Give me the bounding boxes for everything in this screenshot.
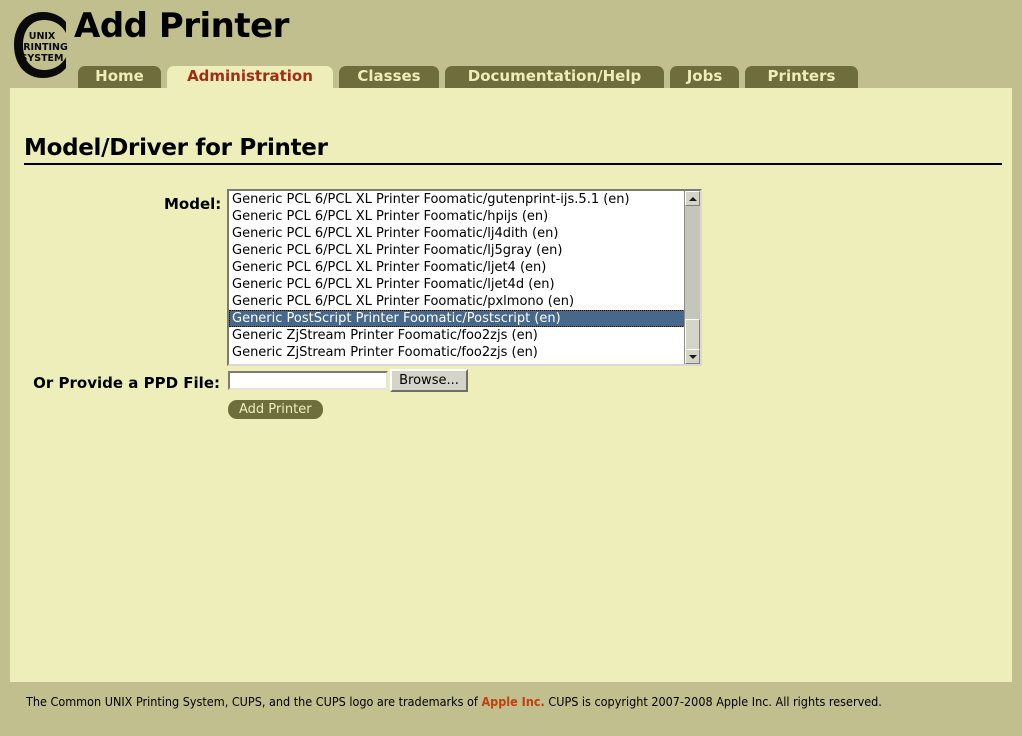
ppd-file-label: Or Provide a PPD File: bbox=[24, 374, 220, 392]
tab-administration[interactable]: Administration bbox=[167, 66, 333, 88]
tab-printers[interactable]: Printers bbox=[745, 66, 858, 88]
model-option-list[interactable]: Generic PCL 6/PCL XL Printer Foomatic/gu… bbox=[229, 191, 685, 364]
page-footer: The Common UNIX Printing System, CUPS, a… bbox=[0, 682, 1022, 736]
tab-jobs[interactable]: Jobs bbox=[670, 66, 739, 88]
browse-button[interactable]: Browse... bbox=[390, 369, 468, 392]
tab-documentation-help[interactable]: Documentation/Help bbox=[445, 66, 664, 88]
svg-text:SYSTEM: SYSTEM bbox=[21, 53, 64, 64]
tab-classes[interactable]: Classes bbox=[339, 66, 439, 88]
footer-text-before: The Common UNIX Printing System, CUPS, a… bbox=[26, 694, 481, 709]
page-header: UNIX PRINTING SYSTEM Add Printer Home Ad… bbox=[0, 0, 1022, 88]
apple-inc-link[interactable]: Apple Inc. bbox=[481, 694, 544, 709]
chevron-up-icon bbox=[689, 197, 697, 201]
model-option[interactable]: Generic PCL 6/PCL XL Printer Foomatic/lj… bbox=[229, 259, 685, 276]
title-divider bbox=[24, 163, 1002, 165]
page-content: Model/Driver for Printer Model: Generic … bbox=[10, 88, 1012, 682]
chevron-down-icon bbox=[689, 355, 697, 359]
add-printer-button[interactable]: Add Printer bbox=[228, 400, 323, 419]
model-option[interactable]: Generic PCL 6/PCL XL Printer Foomatic/lj… bbox=[229, 276, 685, 293]
svg-text:PRINTING: PRINTING bbox=[16, 42, 68, 53]
scroll-down-arrow-button[interactable] bbox=[685, 349, 700, 364]
model-option[interactable]: Generic PCL 6/PCL XL Printer Foomatic/lj… bbox=[229, 225, 685, 242]
model-option[interactable]: Generic PCL 6/PCL XL Printer Foomatic/gu… bbox=[229, 191, 685, 208]
model-option[interactable]: Generic ZjStream Printer Foomatic/foo2zj… bbox=[229, 327, 685, 344]
tab-home[interactable]: Home bbox=[78, 66, 161, 88]
app-title: Add Printer bbox=[74, 6, 289, 46]
model-listbox[interactable]: Generic PCL 6/PCL XL Printer Foomatic/gu… bbox=[227, 189, 702, 366]
model-option[interactable]: Generic PCL 6/PCL XL Printer Foomatic/px… bbox=[229, 293, 685, 310]
model-option[interactable]: Generic PostScript Printer Foomatic/Post… bbox=[229, 310, 685, 327]
ppd-file-input[interactable] bbox=[228, 371, 388, 390]
scrollbar-thumb[interactable] bbox=[685, 319, 700, 350]
scroll-up-arrow-button[interactable] bbox=[685, 191, 700, 206]
footer-trademark-text: The Common UNIX Printing System, CUPS, a… bbox=[26, 692, 976, 711]
main-navigation-tabs: Home Administration Classes Documentatio… bbox=[0, 66, 1022, 88]
model-option[interactable]: Generic PCL 6/PCL XL Printer Foomatic/lj… bbox=[229, 242, 685, 259]
model-list-scrollbar[interactable] bbox=[684, 191, 700, 364]
svg-text:UNIX: UNIX bbox=[29, 31, 56, 42]
footer-text-after: CUPS is copyright 2007-2008 Apple Inc. A… bbox=[545, 694, 882, 709]
model-option[interactable]: Generic PCL 6/PCL XL Printer Foomatic/hp… bbox=[229, 208, 685, 225]
model-option[interactable]: Generic ZjStream Printer Foomatic/foo2zj… bbox=[229, 344, 685, 361]
page-title: Model/Driver for Printer bbox=[24, 135, 328, 161]
model-label: Model: bbox=[164, 195, 220, 213]
